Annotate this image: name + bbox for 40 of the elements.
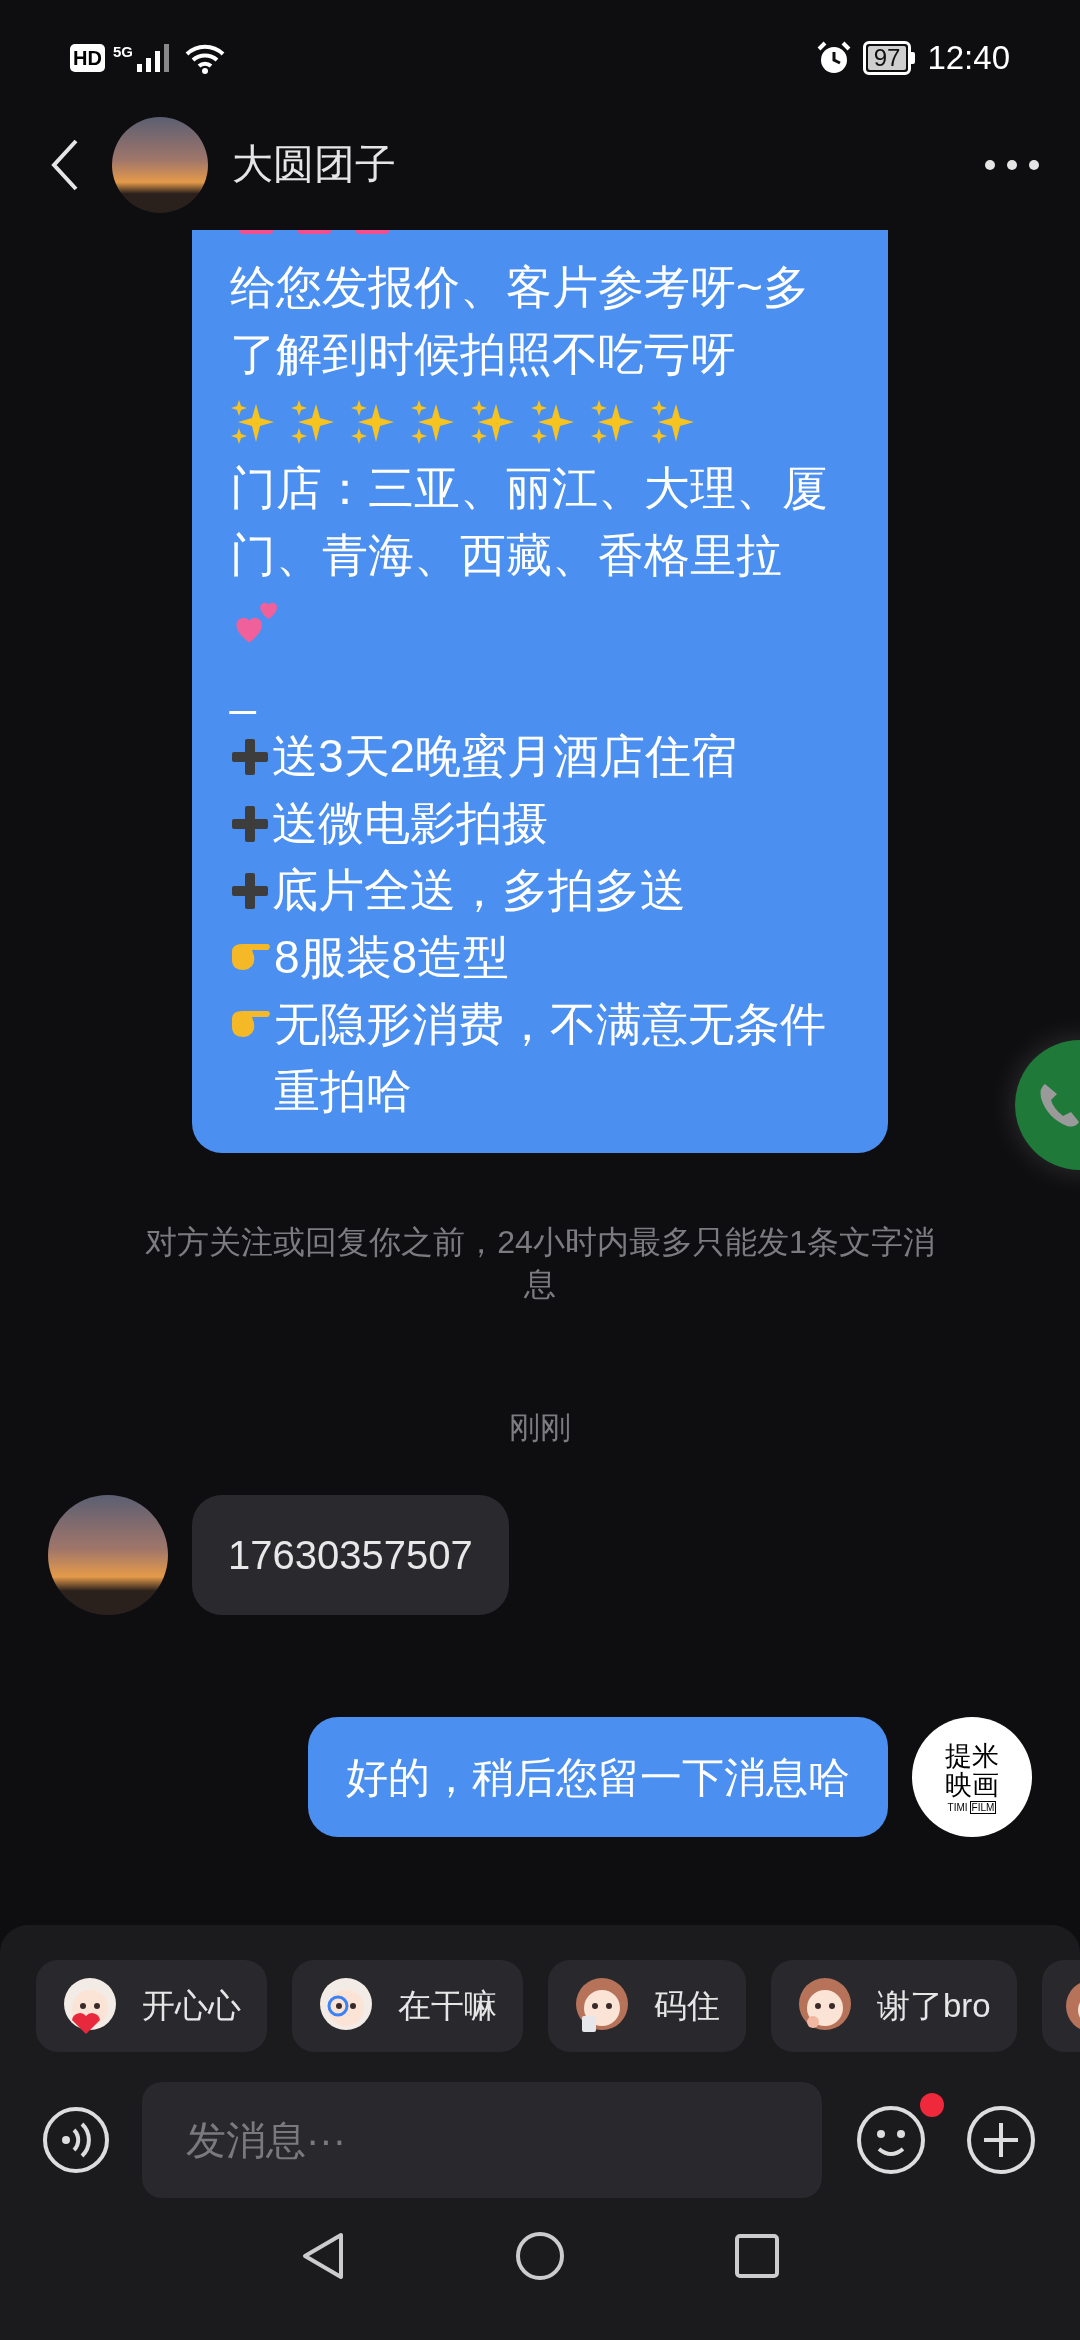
message-text: 给您发报价、客片参考呀~多了解到时候拍照不吃亏呀 xyxy=(230,260,810,382)
sticker-chip[interactable]: 开心心 xyxy=(36,1960,267,2052)
recents-nav-icon[interactable] xyxy=(735,2233,779,2278)
signal-icon xyxy=(136,43,171,72)
avatar-logo-text: TIMI xyxy=(947,1801,968,1813)
back-nav-icon[interactable] xyxy=(301,2230,345,2281)
message-text: 送3天2晚蜜月酒店住宿 xyxy=(272,729,739,784)
message-input-field[interactable]: 发消息··· xyxy=(142,2082,822,2198)
message-text: 无隐形消费，不满意无条件重拍哈 xyxy=(274,997,827,1119)
network-type: 5G xyxy=(112,43,133,60)
message-bubble: 好的，稍后您留一下消息哈 xyxy=(308,1717,888,1837)
brand-avatar[interactable]: 提米 映画 TIMI FILM xyxy=(912,1717,1032,1837)
message-text: 送微电影拍摄 xyxy=(272,796,549,851)
message-text: 门店：三亚、丽江、大理、厦门、青海、西藏、香格里拉 xyxy=(230,461,829,583)
avatar-logo-text: FILM xyxy=(969,1800,997,1814)
more-icon[interactable] xyxy=(984,159,1040,171)
contact-name: 大圆团子 xyxy=(232,140,396,190)
avatar-logo-text: 映画 xyxy=(945,1769,999,1799)
message-text: _ xyxy=(230,662,257,717)
sticker-chip[interactable]: 码住 xyxy=(548,1960,746,2052)
sticker-chip[interactable]: 在干嘛 xyxy=(292,1960,523,2052)
message-text: 8服装8造型 xyxy=(274,930,511,985)
plus-icon xyxy=(230,804,270,844)
sticker-chip[interactable]: 谢了bro xyxy=(771,1960,1017,2052)
battery-level: 97 xyxy=(867,45,907,70)
notice-text: 对方关注或回复你之前，24小时内最多只能发1条文字消息 xyxy=(145,1223,935,1304)
message-text: 底片全送，多拍多送 xyxy=(272,863,687,918)
hd-indicator: HD xyxy=(70,43,105,72)
home-nav-icon[interactable] xyxy=(515,2230,565,2281)
avatar-logo-text: 提米 xyxy=(945,1740,999,1770)
clock-time: 12:40 xyxy=(927,37,1010,78)
plus-icon[interactable] xyxy=(966,2105,1036,2175)
alarm-icon xyxy=(816,40,851,75)
emoji-icon[interactable] xyxy=(856,2105,926,2175)
plus-icon xyxy=(230,737,270,777)
back-icon[interactable] xyxy=(50,138,80,192)
message-bubble: 17630357507 xyxy=(192,1495,509,1615)
timestamp: 刚刚 xyxy=(509,1409,571,1447)
plus-icon xyxy=(230,871,270,911)
voice-icon[interactable] xyxy=(42,2106,110,2174)
